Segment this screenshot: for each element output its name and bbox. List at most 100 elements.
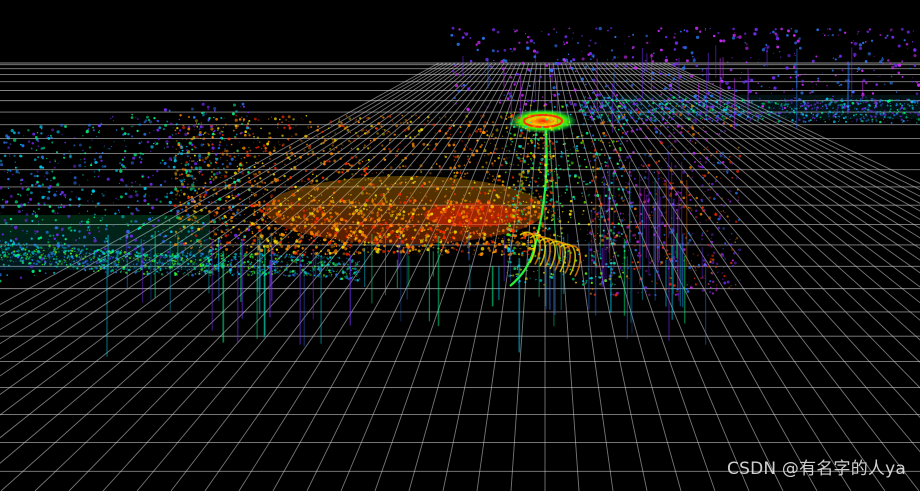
dense-orange-point xyxy=(378,213,380,216)
orange-building-point xyxy=(279,186,282,189)
orange-building-point xyxy=(523,155,526,158)
orange-building-point xyxy=(192,209,194,212)
orange-building-point xyxy=(300,117,302,119)
left-building-point xyxy=(5,141,8,144)
orange-building-point xyxy=(539,207,541,210)
distant-structure-point xyxy=(592,78,596,82)
orange-building-point xyxy=(497,127,498,129)
left-building-point xyxy=(86,220,90,224)
left-building-point xyxy=(46,136,48,138)
orange-building-point xyxy=(246,247,248,250)
dense-orange-point xyxy=(468,225,470,226)
orange-building-point xyxy=(321,130,324,133)
orange-building-point xyxy=(247,137,249,139)
orange-building-point xyxy=(395,154,399,158)
left-building-point xyxy=(136,245,140,248)
orange-building-point xyxy=(450,247,453,249)
left-building-point xyxy=(50,179,52,182)
road-corridor-point xyxy=(507,238,511,242)
dense-orange-point xyxy=(351,245,353,247)
orange-building-point xyxy=(199,137,202,140)
orange-building-point xyxy=(507,116,510,119)
left-building-point xyxy=(17,204,21,208)
dense-orange-point xyxy=(441,248,443,251)
orange-building-point xyxy=(253,141,254,143)
left-building-point xyxy=(32,132,36,136)
left-building-point xyxy=(20,205,23,208)
orange-building-point xyxy=(467,199,469,201)
left-building-point xyxy=(88,146,92,149)
left-building-point xyxy=(14,237,18,241)
orange-building-point xyxy=(225,222,228,226)
distant-structure-point xyxy=(664,87,667,90)
orange-building-point xyxy=(253,201,257,205)
dense-orange-point xyxy=(462,215,466,219)
left-building-point xyxy=(156,128,160,132)
orange-building-point xyxy=(413,223,417,227)
orange-building-point xyxy=(246,244,249,247)
dense-orange-point xyxy=(381,207,382,208)
orange-building-point xyxy=(194,154,196,157)
dense-orange-point xyxy=(369,217,373,221)
left-building-point xyxy=(119,195,123,199)
orange-building-point xyxy=(240,191,242,192)
orange-building-point xyxy=(367,212,369,214)
orange-building-point xyxy=(210,170,213,173)
orange-building-point xyxy=(178,233,180,235)
orange-building-point xyxy=(417,232,421,236)
orange-building-point xyxy=(332,115,334,117)
left-building-point xyxy=(97,131,100,134)
orange-building-point xyxy=(427,148,430,150)
distant-structure-point xyxy=(731,36,736,40)
dense-orange-point xyxy=(402,251,406,254)
orange-building-point xyxy=(512,200,515,203)
left-building-point xyxy=(178,118,181,121)
distant-structure-point xyxy=(816,106,819,109)
distant-structure-point xyxy=(817,77,820,80)
orange-building-point xyxy=(269,158,271,160)
point-cloud-viewport[interactable]: CSDN @有名字的人ya xyxy=(0,0,920,491)
road-corridor-point xyxy=(525,115,527,117)
distant-structure-point xyxy=(559,71,561,74)
dense-orange-point xyxy=(312,207,316,211)
orange-building-point xyxy=(196,191,199,193)
orange-building-point xyxy=(538,184,540,186)
orange-building-point xyxy=(395,124,399,128)
left-building-point xyxy=(56,130,60,134)
left-building-point xyxy=(149,211,151,214)
orange-building-point xyxy=(301,247,304,250)
orange-building-point xyxy=(267,170,270,174)
road-corridor-point xyxy=(543,283,545,286)
distant-structure-point xyxy=(755,91,758,95)
orange-building-point xyxy=(242,118,246,121)
orange-building-point xyxy=(438,129,442,133)
dense-orange-point xyxy=(333,234,337,238)
left-building-point xyxy=(42,157,44,160)
orange-building-point xyxy=(249,181,252,184)
left-building-point xyxy=(185,153,187,155)
orange-building-point xyxy=(505,114,508,117)
distant-structure-point xyxy=(665,56,668,58)
orange-building-point xyxy=(220,176,222,179)
distant-structure-point xyxy=(732,88,734,90)
orange-building-point xyxy=(176,169,179,172)
left-building-point xyxy=(105,240,107,242)
left-building-point xyxy=(61,134,63,136)
distant-structure-point xyxy=(761,104,765,108)
orange-building-point xyxy=(425,195,428,198)
distant-structure-point xyxy=(881,56,884,59)
orange-building-point xyxy=(243,133,247,137)
road-corridor-point xyxy=(590,281,593,285)
orange-building-point xyxy=(231,250,233,251)
distant-structure-point xyxy=(490,65,493,68)
orange-building-point xyxy=(375,241,379,245)
road-corridor-point xyxy=(590,151,592,154)
orange-building-point xyxy=(358,202,361,205)
right-facade-point xyxy=(677,140,679,142)
point-cloud-scene[interactable] xyxy=(0,0,920,491)
road-corridor-point xyxy=(544,145,545,147)
orange-building-point xyxy=(354,205,357,208)
orange-building-point xyxy=(542,201,545,204)
dense-orange-point xyxy=(321,213,325,217)
orange-building-point xyxy=(441,152,443,154)
